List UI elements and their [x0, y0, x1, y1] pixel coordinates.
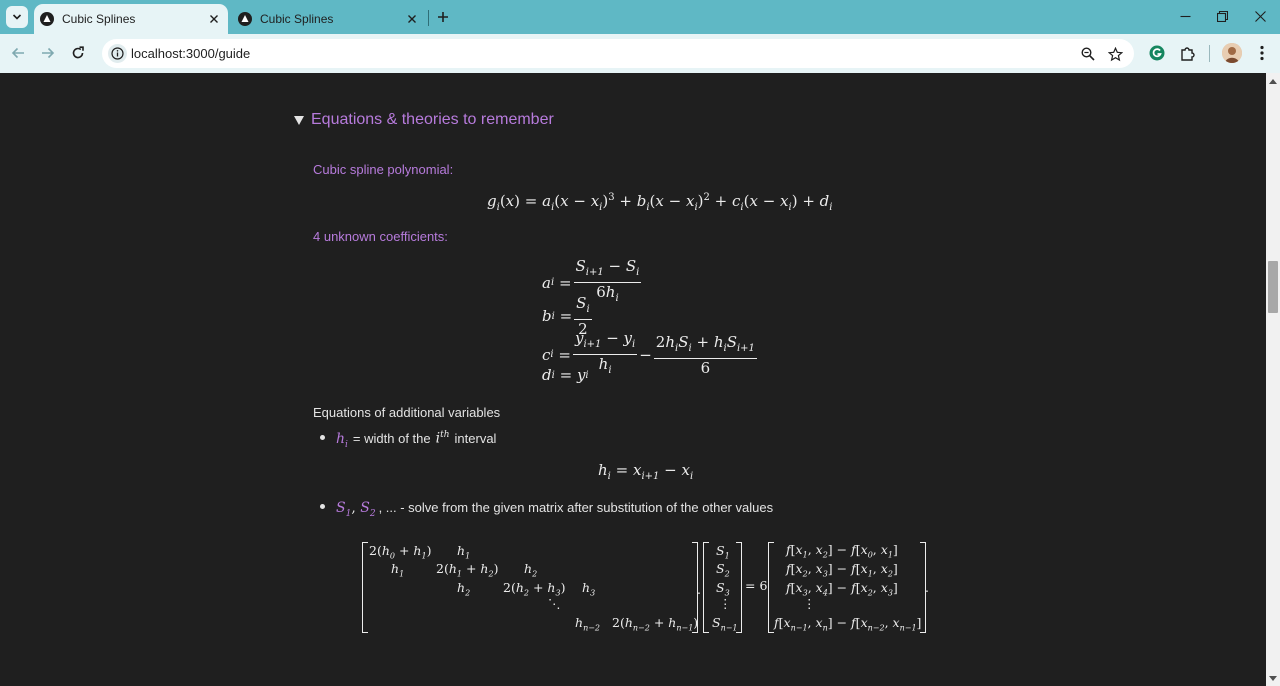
h-description-end: interval [454, 430, 497, 446]
browser-favicon-icon [40, 12, 54, 26]
vector-bracket-left [703, 542, 709, 633]
tab-title: Cubic Splines [62, 12, 136, 26]
summary-title: Equations & theories to remember [311, 111, 554, 128]
close-icon[interactable] [204, 9, 224, 29]
grammarly-icon[interactable] [1145, 41, 1169, 65]
scroll-down-icon[interactable] [1268, 674, 1278, 684]
cubic-polynomial-label: Cubic spline polynomial: [313, 162, 454, 177]
tab-search-button[interactable] [6, 6, 28, 28]
rhs-dots: ⋮ [803, 596, 816, 611]
rhs-cell: f[x1, x2] − f[x0, x1] [786, 542, 898, 560]
vector-cell: S2 [716, 561, 730, 579]
site-info-icon[interactable] [108, 44, 127, 63]
coefficients-label: 4 unknown coefficients: [313, 229, 448, 244]
restore-icon [1216, 10, 1228, 22]
tab-divider [428, 10, 429, 26]
s-description: , ... - solve from the given matrix afte… [378, 500, 774, 515]
matrix-cell: h3 [582, 580, 596, 598]
matrix-cell: 2(h0 + h1) [369, 543, 432, 561]
matrix-dot: . [697, 582, 701, 597]
cubic-spline-equation: gi(x) = ai(x − xi)3 + bi(x − xi)2 + ci(x… [487, 192, 833, 213]
h-description: = width of the [352, 430, 431, 446]
list-item-h: hi = width of the ith interval [320, 430, 496, 449]
matrix-cell: 2(h2 + h3) [503, 580, 566, 598]
reload-button[interactable] [65, 40, 91, 66]
h-equation: hi = xi+1 − xi [598, 461, 694, 482]
url-text: localhost:3000/guide [131, 46, 251, 61]
matrix-cell: 2(h1 + h2) [436, 561, 499, 579]
more-menu-icon[interactable] [1250, 41, 1274, 65]
reload-icon [72, 46, 84, 59]
vector-cell: S1 [716, 543, 730, 561]
vector-cell: S3 [716, 580, 730, 598]
avatar[interactable] [1222, 43, 1242, 63]
new-tab-button[interactable] [432, 6, 454, 28]
h-variable: hi [336, 430, 348, 450]
rhs-cell: f[x2, x3] − f[x1, x2] [786, 561, 898, 579]
plus-icon [438, 12, 448, 22]
matrix-cell: 2(hn−2 + hn−1) [612, 615, 699, 633]
matrix-dots: ⋱ [548, 596, 561, 611]
matrix-cell: hn−2 [575, 615, 601, 633]
vector-cell: Sn−1 [712, 615, 738, 633]
matrix-cell: h2 [524, 561, 538, 579]
forward-button[interactable] [35, 40, 61, 66]
scrollbar-track[interactable] [1266, 73, 1280, 686]
toolbar-separator [1209, 45, 1210, 62]
zoom-icon[interactable] [1078, 44, 1098, 64]
vector-dots: ⋮ [719, 596, 732, 611]
coefficient-d-equation: di = yi [542, 366, 589, 384]
scroll-up-icon[interactable] [1268, 76, 1278, 86]
restore-button[interactable] [1203, 0, 1241, 32]
extensions-icon[interactable] [1176, 41, 1200, 65]
forward-arrow-icon [42, 47, 55, 59]
s-variables: S1, S2 [336, 500, 376, 519]
matrix-bracket-left [362, 542, 368, 633]
equals-six: = 6 [745, 578, 768, 593]
minimize-icon [1180, 15, 1190, 17]
bullet-icon [320, 504, 325, 509]
chevron-down-icon [12, 14, 22, 20]
triangle-down-icon [294, 116, 304, 125]
tab-cubic-splines[interactable]: Cubic Splines [232, 4, 426, 34]
tab-strip: Cubic Splines Cubic Splines [0, 0, 1280, 34]
matrix-cell: h1 [457, 543, 471, 561]
close-window-button[interactable] [1241, 0, 1279, 32]
minimize-button[interactable] [1166, 0, 1204, 32]
address-bar[interactable]: localhost:3000/guide [102, 39, 1134, 68]
i-th-symbol: ith [435, 430, 450, 447]
additional-variables-label: Equations of additional variables [313, 405, 501, 420]
rhs-cell: f[xn−1, xn] − f[xn−2, xn−1] [774, 615, 922, 633]
tridiagonal-matrix-equation: 2(h0 + h1) h1 h1 2(h1 + h2) h2 h2 2(h2 +… [362, 540, 932, 640]
bookmark-star-icon[interactable] [1105, 44, 1125, 64]
matrix-end-dot: . [925, 580, 929, 595]
tab-title: Cubic Splines [260, 12, 334, 26]
matrix-cell: h2 [457, 580, 471, 598]
back-arrow-icon [11, 47, 24, 59]
tab-cubic-splines-active[interactable]: Cubic Splines [34, 4, 228, 34]
close-icon[interactable] [402, 9, 422, 29]
back-button[interactable] [5, 40, 31, 66]
rhs-cell: f[x3, x4] − f[x2, x3] [786, 580, 898, 598]
details-summary[interactable]: Equations & theories to remember [294, 111, 554, 129]
list-item-s: S1, S2 , ... - solve from the given matr… [320, 500, 773, 519]
browser-favicon-icon [238, 12, 252, 26]
matrix-cell: h1 [391, 561, 405, 579]
close-icon [1254, 10, 1266, 22]
bullet-icon [320, 434, 325, 440]
scrollbar-thumb[interactable] [1268, 261, 1278, 313]
browser-toolbar: localhost:3000/guide [0, 34, 1280, 73]
